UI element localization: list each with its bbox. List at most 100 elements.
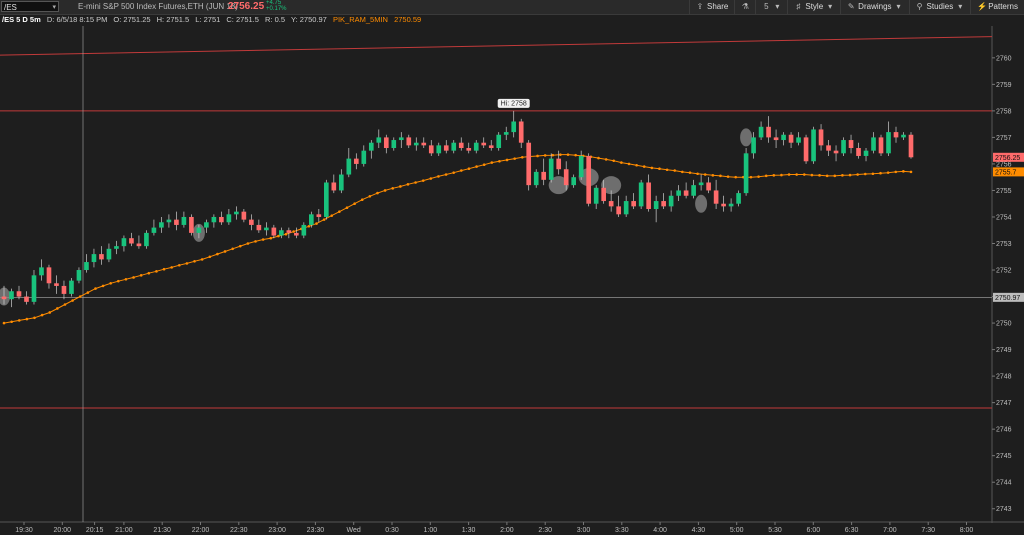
- candle-body: [338, 174, 344, 191]
- candle-body: [863, 150, 869, 156]
- candle-body: [653, 201, 659, 210]
- candle-body: [796, 137, 801, 143]
- candle-body: [181, 216, 187, 225]
- y-tick-label: 2746: [996, 427, 1012, 434]
- moving-average-point: [490, 161, 494, 164]
- moving-average-point: [25, 317, 29, 321]
- moving-average-point: [94, 287, 97, 290]
- flask-icon: ⚗: [741, 2, 749, 11]
- candle-body: [833, 150, 839, 154]
- y-tick-label: 2745: [996, 453, 1012, 460]
- candle-body: [593, 187, 599, 204]
- cursor-price-label: 2750.97: [995, 295, 1020, 302]
- candle-body: [46, 267, 52, 284]
- moving-average-point: [269, 236, 273, 240]
- moving-average-point: [17, 319, 21, 322]
- cursor-y: Y: 2750.97: [290, 15, 327, 24]
- moving-average-point: [841, 174, 844, 177]
- flask-button[interactable]: ⚗: [734, 0, 755, 14]
- candle-body: [451, 142, 457, 151]
- moving-average-point: [2, 321, 6, 325]
- patterns-button[interactable]: ⚡ Patterns: [970, 0, 1024, 14]
- moving-average-point: [86, 291, 90, 294]
- candle-body: [256, 224, 262, 231]
- candle-body: [458, 142, 464, 149]
- moving-average-point: [353, 202, 356, 206]
- chevron-down-icon: ▾: [775, 2, 780, 11]
- y-tick-label: 2743: [996, 506, 1012, 513]
- candle-body: [189, 216, 194, 233]
- moving-average-point: [338, 210, 341, 213]
- drawings-button[interactable]: ✎ Drawings ▾: [840, 0, 908, 14]
- moving-average-point: [612, 159, 616, 163]
- chevron-down-icon[interactable]: ▾: [52, 2, 56, 13]
- candle-body: [878, 137, 884, 154]
- moving-average-point: [162, 267, 166, 271]
- candle-body: [728, 203, 734, 207]
- candle-body: [31, 275, 37, 302]
- candle-body: [811, 129, 816, 162]
- highlight-ellipse: [192, 223, 205, 242]
- moving-average-point: [155, 270, 158, 273]
- moving-average-point: [101, 284, 105, 288]
- candle-body: [376, 137, 382, 143]
- candle-body: [721, 203, 726, 207]
- moving-average-point: [604, 158, 608, 161]
- study-name[interactable]: PIK_RAM_5MIN: [333, 15, 388, 24]
- candle-body: [908, 134, 914, 158]
- candle-body: [481, 142, 487, 146]
- candle-body: [279, 230, 284, 236]
- moving-average-point: [734, 175, 737, 179]
- symbol-input[interactable]: /ES ▾: [1, 1, 59, 12]
- moving-average-point: [863, 172, 867, 176]
- moving-average-point: [71, 299, 74, 302]
- candle-body: [758, 126, 764, 138]
- x-tick-label: 2:00: [500, 527, 514, 534]
- price-chart[interactable]: 2743 2744 2745 2746 2747 2748 2749 2750 2751 2752…: [0, 0, 1024, 535]
- study-ad-label[interactable]: AD: N/A: [9, 28, 41, 37]
- moving-average-point: [879, 171, 882, 175]
- moving-average-point: [589, 155, 593, 159]
- candle-body: [848, 140, 854, 149]
- candle-body: [871, 137, 876, 151]
- moving-average-point: [406, 183, 410, 186]
- moving-average-point: [856, 173, 859, 176]
- settings-icon[interactable]: ⚙: [1, 29, 7, 36]
- candle-body: [773, 137, 779, 141]
- x-tick-label: 2:30: [538, 527, 552, 534]
- moving-average-point: [109, 281, 113, 285]
- share-button[interactable]: ⇪ Share: [689, 0, 734, 14]
- moving-average-point: [810, 173, 814, 177]
- candle-body: [353, 158, 359, 164]
- moving-average-point: [208, 255, 212, 259]
- candle-body: [443, 145, 449, 151]
- studies-button[interactable]: ⚲ Studies ▾: [908, 0, 971, 14]
- plot-area: [0, 26, 992, 522]
- candle-body: [646, 182, 651, 210]
- moving-average-point: [802, 173, 806, 176]
- moving-average-point: [200, 258, 204, 261]
- moving-average-point: [764, 174, 768, 178]
- moving-average-point: [391, 187, 395, 190]
- style-button[interactable]: ♯ Style ▾: [787, 0, 840, 14]
- timeframe-button[interactable]: 5 ▾: [755, 0, 787, 14]
- candle-body: [294, 232, 299, 236]
- timeframe-icon: 5: [764, 2, 769, 11]
- trend-line: [0, 36, 993, 56]
- moving-average-point: [147, 271, 151, 275]
- candle-body: [368, 142, 374, 151]
- candle-body: [24, 296, 29, 302]
- moving-average-point: [627, 162, 631, 166]
- study-adpf-label[interactable]: ADPF: N/A: [42, 28, 83, 37]
- style-label: Style: [805, 2, 824, 11]
- candle-body: [511, 121, 517, 133]
- last-price-label-box: [993, 152, 1024, 162]
- cursor-price-label-box: [993, 292, 1024, 302]
- highlight-ellipse: [0, 287, 10, 306]
- candle-body: [608, 201, 614, 207]
- candle-body: [563, 169, 569, 186]
- x-tick-label: 22:30: [230, 527, 248, 534]
- candle-body: [76, 270, 82, 281]
- candle-body: [84, 262, 89, 271]
- candle-body: [69, 280, 74, 294]
